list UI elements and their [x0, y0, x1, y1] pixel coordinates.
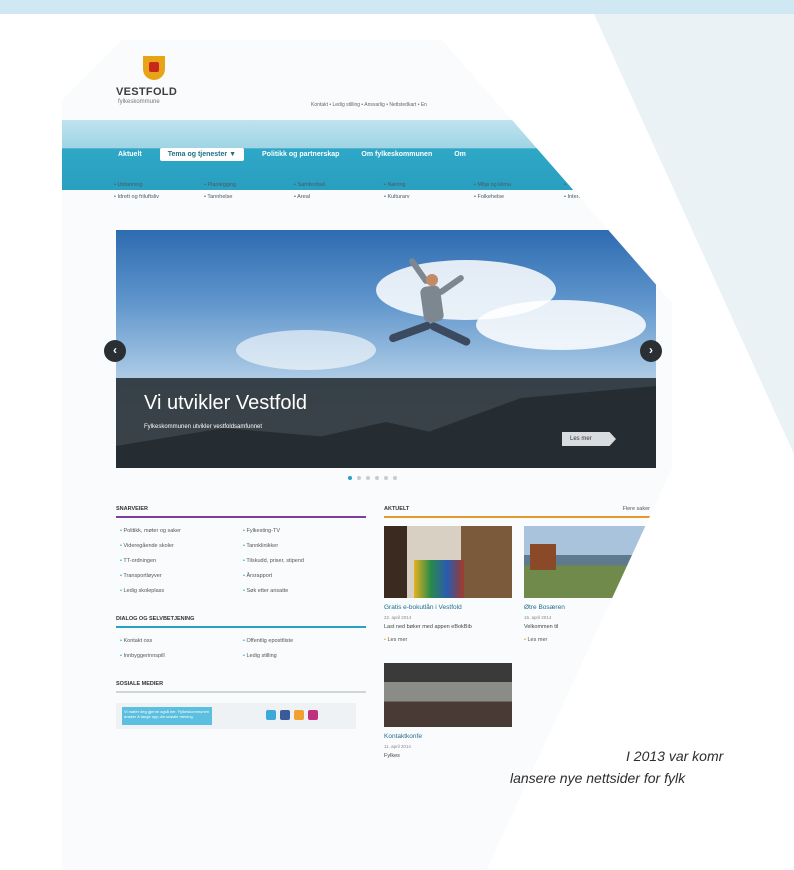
- news-card-title[interactable]: Gratis e-bokutlån i Vestfold: [384, 604, 514, 611]
- news-read-more-link[interactable]: Les mer: [524, 637, 654, 643]
- hero-slider: Vi utvikler Vestfold Fylkeskommunen utvi…: [116, 230, 656, 468]
- top-links[interactable]: Kontakt • Ledig stilling • Ansvarlig • N…: [311, 102, 427, 108]
- coat-of-arms-icon[interactable]: [143, 56, 165, 80]
- slider-dot[interactable]: [348, 476, 352, 480]
- slider-dot[interactable]: [375, 476, 379, 480]
- news-thumbnail[interactable]: [384, 663, 512, 727]
- logo-subtitle: fylkeskommune: [118, 99, 160, 105]
- shortcut-link[interactable]: Årsrapport: [243, 573, 366, 579]
- news-title: AKTUELT: [384, 506, 410, 512]
- subnav-item[interactable]: • Folkehelse: [474, 194, 564, 200]
- subnav-item[interactable]: • Miljø og klima: [474, 182, 564, 188]
- hero-subtitle: Fylkeskommunen utvikler vestfoldsamfunne…: [144, 424, 263, 430]
- shortcut-link[interactable]: Søk etter ansatte: [243, 588, 366, 594]
- shortcut-link[interactable]: TT-ordningen: [120, 558, 243, 564]
- website-mockup: VESTFOLD fylkeskommune Kontakt • Ledig s…: [62, 40, 672, 870]
- news-card-date: 22. april 2014: [384, 615, 412, 620]
- flickr-icon[interactable]: [308, 710, 318, 720]
- subnav-item[interactable]: • Samferdsel: [294, 182, 384, 188]
- left-column: SNARVEIER Politikk, møter og saker Fylke…: [116, 506, 366, 751]
- subnav-item[interactable]: • Tannhelse: [204, 194, 294, 200]
- shortcut-link[interactable]: Tannklinikker: [243, 543, 366, 549]
- cloud-shape: [476, 300, 646, 350]
- slider-dot[interactable]: [357, 476, 361, 480]
- nav-item-politikk[interactable]: Politikk og partnerskap: [258, 148, 343, 161]
- social-box: Vi møter deg gjerne også her. Fylkeskomm…: [116, 703, 356, 729]
- news-card-title[interactable]: Øtre Bosæren: [524, 604, 654, 611]
- rss-icon[interactable]: [294, 710, 304, 720]
- dialog-link[interactable]: Innbyggerinnspill: [120, 653, 243, 659]
- section-title: DIALOG OG SELVBETJENING: [116, 616, 366, 628]
- facebook-icon[interactable]: [280, 710, 290, 720]
- news-thumbnail[interactable]: [384, 526, 512, 598]
- news-card-text: Last ned bøker med appen eBokBib: [384, 624, 472, 630]
- shortcut-link[interactable]: Politikk, møter og saker: [120, 528, 243, 534]
- subnav-item[interactable]: • Utdanning: [114, 182, 204, 188]
- hero-title: Vi utvikler Vestfold: [144, 392, 308, 414]
- slider-dots: [348, 476, 397, 480]
- social-section: SOSIALE MEDIER Vi møter deg gjerne også …: [116, 681, 366, 729]
- subnav-item[interactable]: • Næring: [384, 182, 474, 188]
- news-thumbnail[interactable]: [524, 526, 652, 598]
- shortcut-link[interactable]: Transportløyver: [120, 573, 243, 579]
- section-title: SOSIALE MEDIER: [116, 681, 366, 693]
- news-read-more-link[interactable]: Les mer: [384, 637, 514, 643]
- subnav-item[interactable]: • Areal: [294, 194, 384, 200]
- quote-line-1: I 2013 var komr: [626, 748, 724, 764]
- logo-name[interactable]: VESTFOLD: [116, 86, 177, 98]
- slider-dot[interactable]: [384, 476, 388, 480]
- twitter-icon[interactable]: [266, 710, 276, 720]
- jumping-person-image: [387, 256, 472, 380]
- nav-item-tema[interactable]: Tema og tjenester ▼: [159, 148, 244, 161]
- shortcut-link[interactable]: Videregående skoler: [120, 543, 243, 549]
- slider-dot[interactable]: [393, 476, 397, 480]
- news-card-title[interactable]: Kontaktkonfe: [384, 733, 514, 740]
- news-card-date: 11. april 2014: [384, 744, 411, 749]
- news-card[interactable]: Gratis e-bokutlån i Vestfold 22. april 2…: [384, 526, 514, 643]
- main-nav: Aktuelt Tema og tjenester ▼ Politikk og …: [114, 148, 470, 161]
- hero-caption: Vi utvikler Vestfold Fylkeskommunen utvi…: [116, 378, 656, 468]
- quote-line-2: lansere nye nettsider for fylk: [510, 770, 686, 786]
- shortcut-link[interactable]: Ledig skoleplass: [120, 588, 243, 594]
- nav-item-om[interactable]: Om: [450, 148, 470, 161]
- shortcut-link[interactable]: Tilskudd, priser, stipend: [243, 558, 366, 564]
- cloud-shape: [236, 330, 376, 370]
- news-card-text: Fylkes: [384, 753, 400, 759]
- slider-prev-icon[interactable]: ‹: [104, 340, 126, 362]
- top-band: [0, 0, 794, 14]
- news-column: AKTUELT Flere saker Gratis e-bokutlån i …: [384, 506, 654, 760]
- news-card[interactable]: Kontaktkonfe 11. april 2014 Fylkes: [384, 663, 514, 760]
- nav-item-aktuelt[interactable]: Aktuelt: [114, 148, 146, 161]
- slider-next-icon[interactable]: ›: [640, 340, 662, 362]
- slider-dot[interactable]: [366, 476, 370, 480]
- shortcuts-section: SNARVEIER Politikk, møter og saker Fylke…: [116, 506, 366, 594]
- sub-nav: • Utdanning • Planlegging • Samferdsel •…: [114, 182, 674, 206]
- news-header: AKTUELT Flere saker: [384, 506, 654, 518]
- shortcut-link[interactable]: Fylkesting-TV: [243, 528, 366, 534]
- site-header: VESTFOLD fylkeskommune Kontakt • Ledig s…: [116, 54, 676, 114]
- nav-item-om-fylkeskommunen[interactable]: Om fylkeskommunen: [357, 148, 436, 161]
- news-card[interactable]: Øtre Bosæren 16. april 2014 Velkommen ti…: [524, 526, 654, 643]
- news-card-text: Velkommen til: [524, 624, 559, 630]
- read-more-button[interactable]: Les mer: [562, 432, 616, 446]
- subnav-item[interactable]: • Idrett og friluftsliv: [114, 194, 204, 200]
- social-text: Vi møter deg gjerne også her. Fylkeskomm…: [122, 707, 212, 725]
- subnav-item[interactable]: • Planlegging: [204, 182, 294, 188]
- subnav-item[interactable]: • Kulturarv: [384, 194, 474, 200]
- dialog-link[interactable]: Ledig stilling: [243, 653, 366, 659]
- section-title: SNARVEIER: [116, 506, 366, 518]
- news-card-date: 16. april 2014: [524, 615, 552, 620]
- dialog-link[interactable]: Kontakt oss: [120, 638, 243, 644]
- dialog-link[interactable]: Offentlig eposttliste: [243, 638, 366, 644]
- dialog-section: DIALOG OG SELVBETJENING Kontakt oss Offe…: [116, 616, 366, 659]
- more-news-link[interactable]: Flere saker: [622, 506, 650, 512]
